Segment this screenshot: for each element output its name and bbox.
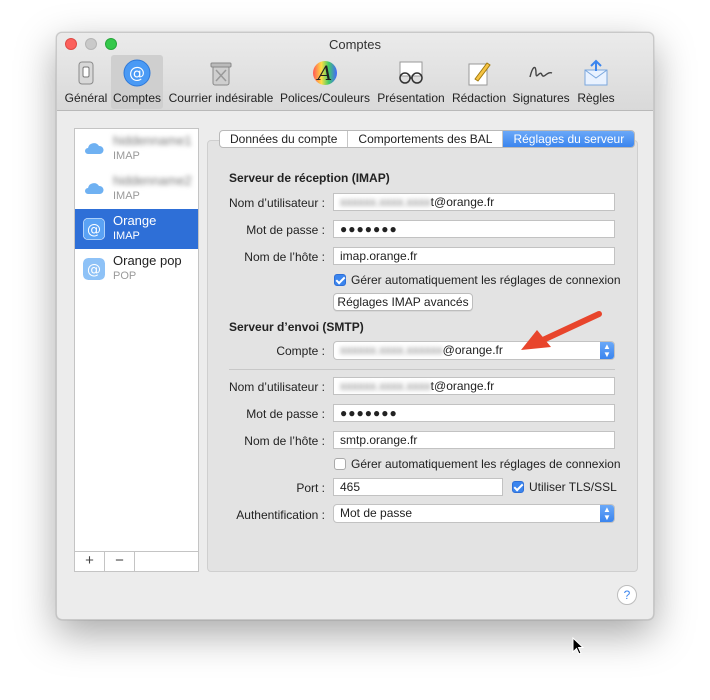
toolbar-junk[interactable]: Courrier indésirable: [167, 55, 275, 109]
account-item-orange[interactable]: @ Orange IMAP: [75, 209, 198, 249]
toolbar-fonts-label: Polices/Couleurs: [279, 91, 371, 105]
account-item-orange-pop[interactable]: @ Orange pop POP: [75, 249, 198, 289]
toolbar-fonts[interactable]: A Polices/Couleurs: [279, 55, 371, 109]
tls-ssl-checkbox[interactable]: [512, 481, 524, 493]
authentication-value: Mot de passe: [340, 506, 413, 520]
incoming-username-redacted: xxxxxx.xxxx.xxxx: [340, 195, 431, 209]
account-name: Orange: [113, 213, 157, 228]
switch-icon: [78, 61, 94, 85]
account-item[interactable]: hiddenname2 IMAP: [75, 169, 198, 209]
tls-ssl-label: Utiliser TLS/SSL: [529, 480, 617, 494]
tab-mailbox-behaviors[interactable]: Comportements des BAL: [348, 131, 504, 147]
authentication-label: Authentification :: [236, 508, 325, 522]
toolbar-general-label: Général: [64, 91, 108, 105]
toolbar-rules-label: Règles: [577, 91, 615, 105]
at-icon: @: [83, 218, 105, 240]
outgoing-username-label: Nom d’utilisateur :: [228, 380, 325, 394]
toolbar-rules[interactable]: Règles: [574, 55, 618, 109]
incoming-host-field[interactable]: imap.orange.fr: [333, 247, 615, 265]
outgoing-account-label: Compte :: [276, 344, 325, 358]
window-title: Comptes: [328, 37, 382, 52]
remove-account-button[interactable]: −: [105, 552, 135, 571]
toolbar-general[interactable]: Général: [63, 55, 109, 109]
toolbar-presentation[interactable]: Présentation: [374, 55, 448, 109]
toolbar-signatures[interactable]: Signatures: [510, 55, 572, 109]
signature-icon: [529, 66, 553, 78]
outgoing-auto-settings-checkbox[interactable]: [334, 458, 346, 470]
incoming-password-label: Mot de passe :: [246, 223, 325, 237]
outgoing-username-redacted: xxxxxx.xxxx.xxxx: [340, 379, 431, 393]
outgoing-username-field[interactable]: xxxxxx.xxxx.xxxxt@orange.fr: [333, 377, 615, 395]
incoming-username-suffix: t@orange.fr: [430, 195, 495, 209]
incoming-server-title: Serveur de réception (IMAP): [229, 171, 390, 185]
port-label: Port :: [296, 481, 325, 495]
help-button[interactable]: ?: [617, 585, 637, 605]
incoming-username-label: Nom d’utilisateur :: [228, 196, 325, 210]
outgoing-account-redacted: xxxxxx.xxxx.xxxxxx: [340, 343, 443, 357]
add-account-button[interactable]: +: [75, 552, 105, 571]
incoming-auto-settings-label: Gérer automatiquement les réglages de co…: [351, 273, 621, 287]
incoming-username-field[interactable]: xxxxxx.xxxx.xxxxt@orange.fr: [333, 193, 615, 211]
imap-advanced-button[interactable]: Réglages IMAP avancés: [333, 293, 473, 311]
incoming-auto-settings-checkbox[interactable]: [334, 274, 346, 286]
account-type: IMAP: [113, 230, 140, 242]
svg-text:@: @: [87, 262, 101, 278]
tab-account-info[interactable]: Données du compte: [220, 131, 349, 147]
toolbar-accounts-label: Comptes: [112, 91, 162, 105]
pencil-icon: [468, 62, 491, 86]
account-type: POP: [113, 270, 137, 282]
outgoing-username-suffix: t@orange.fr: [430, 379, 495, 393]
rules-icon: [584, 59, 608, 86]
toolbar-presentation-label: Présentation: [377, 91, 445, 105]
tab-server-settings[interactable]: Réglages du serveur: [503, 131, 635, 147]
at-icon: @: [123, 59, 151, 87]
outgoing-account-suffix: @orange.fr: [442, 343, 503, 357]
toolbar-junk-label: Courrier indésirable: [168, 91, 274, 105]
at-icon: @: [83, 258, 105, 280]
port-field[interactable]: 465: [333, 478, 503, 496]
authentication-popup[interactable]: Mot de passe ▲ ▼: [333, 504, 615, 523]
incoming-host-label: Nom de l’hôte :: [244, 250, 325, 264]
accounts-list-footer: + −: [75, 551, 198, 571]
outgoing-auto-settings-label: Gérer automatiquement les réglages de co…: [351, 457, 621, 471]
svg-text:@: @: [129, 63, 145, 82]
incoming-password-field[interactable]: ●●●●●●●: [333, 220, 615, 238]
font-icon: A: [313, 61, 337, 85]
outgoing-separator: [229, 369, 615, 370]
account-name: hiddenname2: [113, 173, 192, 188]
cloud-icon: [85, 143, 104, 154]
mouse-cursor-icon: [572, 637, 584, 655]
tab-bar: Données du compte Comportements des BAL …: [219, 130, 636, 148]
account-item[interactable]: hiddenname1 IMAP: [75, 129, 198, 169]
toolbar-accounts[interactable]: @ Comptes: [111, 55, 163, 109]
toolbar-composing-label: Rédaction: [451, 91, 507, 105]
trash-icon: [210, 62, 232, 86]
accounts-list: hiddenname1 IMAP hiddenname2 IMAP @ Oran…: [74, 128, 199, 572]
cloud-icon: [85, 183, 104, 194]
red-arrow-annotation: [521, 311, 602, 350]
account-name: hiddenname1: [113, 133, 192, 148]
outgoing-password-field[interactable]: ●●●●●●●: [333, 404, 615, 422]
account-type: IMAP: [113, 150, 140, 162]
toolbar-composing[interactable]: Rédaction: [450, 55, 508, 109]
outgoing-password-label: Mot de passe :: [246, 407, 325, 421]
svg-text:@: @: [87, 222, 101, 238]
toolbar-signatures-label: Signatures: [512, 91, 570, 105]
svg-text:A: A: [316, 61, 332, 85]
titlebar: Comptes Général @ Comptes Courrier indés…: [57, 33, 653, 111]
outgoing-server-title: Serveur d’envoi (SMTP): [229, 320, 364, 334]
chevron-updown-icon: ▲ ▼: [600, 505, 614, 522]
glasses-icon: [399, 61, 423, 84]
account-name: Orange pop: [113, 253, 182, 268]
account-type: IMAP: [113, 190, 140, 202]
outgoing-host-label: Nom de l’hôte :: [244, 434, 325, 448]
outgoing-host-field[interactable]: smtp.orange.fr: [333, 431, 615, 449]
